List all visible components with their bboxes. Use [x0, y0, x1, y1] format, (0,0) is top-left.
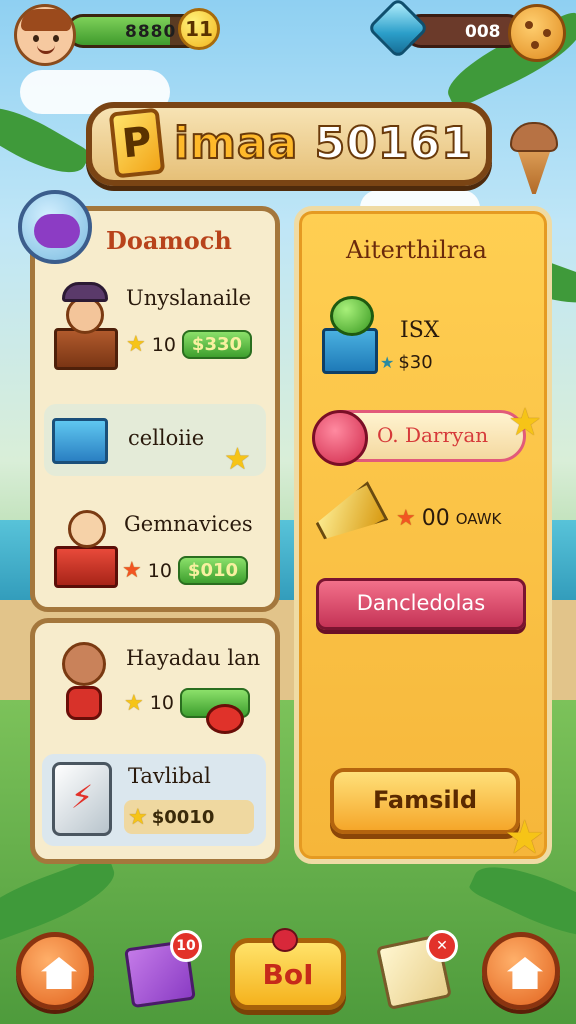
item-name: Gemnavices [124, 512, 253, 536]
avatar-hair [21, 9, 71, 31]
fish-icon [206, 704, 244, 734]
kid-icon [68, 510, 106, 548]
reward-stats: ★ 00 OAWK [396, 506, 501, 531]
star-icon: ★ [124, 690, 144, 716]
heart-icon [312, 410, 368, 466]
price-tag[interactable]: $330 [181, 330, 253, 359]
title-banner: P imaa 50161 [86, 102, 492, 186]
offer-panel-title: Aiterthilraa [346, 236, 487, 264]
confirm-button[interactable]: Famsild [330, 768, 520, 834]
title-letter-icon: P [108, 107, 166, 179]
reward-item[interactable]: ★ 00 OAWK [312, 484, 532, 564]
cards-badge: ✕ [426, 930, 458, 962]
shop-item[interactable]: Hayadau lan ★ 10 [44, 632, 268, 736]
game-title: imaa 50161 [173, 117, 473, 170]
item-name: Unyslanaile [126, 286, 252, 310]
price-tag[interactable]: $010 [177, 556, 249, 585]
toy-basket-icon [52, 418, 108, 464]
item-stars: 10 [147, 559, 172, 582]
character-icon [62, 642, 106, 686]
item-price: $0010 [151, 806, 215, 828]
monster-icon [18, 190, 92, 264]
monster-blob [34, 214, 80, 248]
offer-item[interactable]: ISX ★ $30 [318, 290, 528, 390]
offer-price: ★ $30 [380, 352, 433, 373]
cookie-chip [531, 41, 539, 49]
cookie-chip [543, 29, 551, 37]
game-title-number: 50161 [314, 117, 473, 170]
item-stats: ★ 10 $330 [126, 330, 253, 359]
shop-item[interactable]: Gemnavices ★ 10 $010 [44, 494, 268, 598]
ice-cream-cone [516, 146, 552, 194]
gems-value: 008 [465, 22, 501, 42]
cookie-icon[interactable] [508, 4, 566, 62]
item-name: celloiie [128, 426, 205, 450]
ice-cream-scoop [510, 122, 558, 152]
star-icon: ★ [508, 400, 543, 444]
hat-icon [62, 282, 108, 302]
star-icon: ★ [224, 442, 251, 477]
shop-item[interactable]: Unyslanaile ★ 10 $330 [44, 272, 268, 382]
gift-badge: 10 [170, 930, 202, 962]
house-icon [507, 957, 543, 989]
home-button[interactable] [16, 932, 94, 1010]
star-icon: ★ [128, 804, 148, 830]
xp-value: 8880 [125, 22, 177, 42]
item-name: Hayadau lan [126, 646, 261, 670]
player-avatar[interactable] [14, 4, 76, 66]
card-icon: ⚡ [52, 762, 112, 836]
ice-cream-icon [508, 122, 560, 194]
reward-suffix: OAWK [455, 509, 502, 528]
crate-icon [54, 328, 118, 370]
apple-icon [330, 296, 374, 336]
offer-qty: ISX [400, 318, 440, 343]
ribbon-text: O. Darryan [377, 423, 489, 447]
megaphone-icon [310, 481, 389, 551]
item-name: Tavlibal [128, 764, 211, 788]
item-stats: ★ 10 $010 [122, 556, 249, 585]
avatar-smile [37, 45, 55, 54]
shop-item[interactable]: ⚡ Tavlibal ★ $0010 [42, 754, 266, 846]
item-stars: 10 [151, 333, 176, 356]
gem-icon[interactable] [366, 0, 430, 60]
section-title: Doamoch [106, 226, 232, 255]
star-icon: ★ [122, 558, 142, 583]
shop-home-button[interactable] [482, 932, 560, 1010]
game-title-main: imaa [173, 117, 299, 170]
small-star-icon: ★ [380, 353, 395, 372]
star-icon: ★ [396, 506, 416, 531]
level-badge: 11 [178, 8, 220, 50]
item-stars: 10 [149, 692, 174, 714]
character-body [66, 686, 102, 720]
shop-item[interactable]: celloiie ★ [44, 404, 266, 477]
cookie-chip [525, 21, 533, 29]
reward-value: 00 [421, 506, 450, 531]
house-icon [41, 957, 77, 989]
avatar-eye [53, 35, 59, 42]
berry-icon [272, 928, 298, 952]
gift-box-icon [54, 546, 118, 588]
star-icon: ★ [126, 332, 146, 357]
corner-star-icon: ★ [504, 810, 546, 864]
avatar-eye [33, 35, 39, 42]
pink-action-button[interactable]: Dancledolas [316, 578, 526, 630]
item-stats: ★ $0010 [124, 800, 254, 834]
